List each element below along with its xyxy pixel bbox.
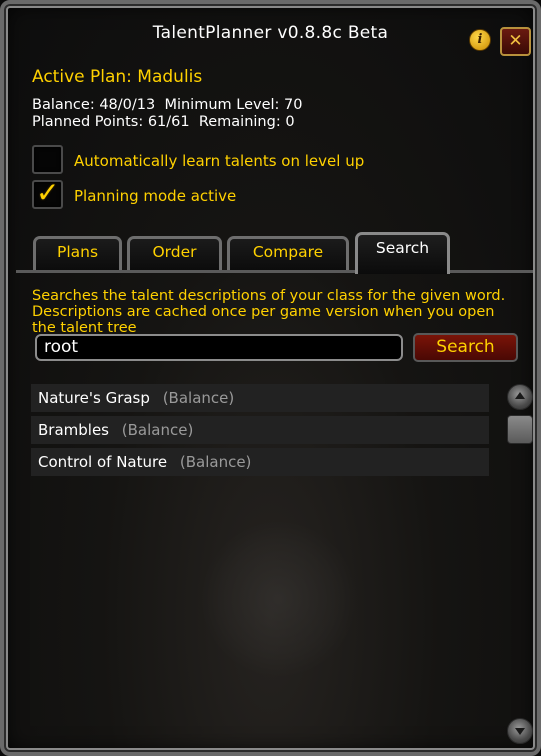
- tab-plans[interactable]: Plans: [33, 236, 122, 270]
- tab-order[interactable]: Order: [127, 236, 222, 270]
- search-button[interactable]: Search: [413, 333, 518, 362]
- talent-planner-window: TalentPlanner v0.8.8c Beta i ✕ Active Pl…: [0, 0, 541, 756]
- result-row[interactable]: Nature's Grasp (Balance): [31, 384, 489, 412]
- result-tree: (Balance): [179, 453, 252, 471]
- result-name: Control of Nature: [38, 453, 168, 471]
- planning-mode-label: Planning mode active: [74, 187, 237, 205]
- active-plan-title: Active Plan: Madulis: [32, 67, 203, 87]
- result-name: Brambles: [38, 421, 109, 439]
- planning-mode-checkbox[interactable]: ✓: [32, 176, 63, 209]
- result-row[interactable]: Control of Nature (Balance): [31, 448, 489, 476]
- auto-learn-label: Automatically learn talents on level up: [74, 152, 365, 170]
- scroll-down-icon[interactable]: [507, 718, 533, 744]
- background-emblem: [199, 519, 359, 679]
- close-icon[interactable]: ✕: [500, 27, 531, 56]
- auto-learn-checkbox[interactable]: [32, 145, 63, 174]
- info-icon[interactable]: i: [469, 29, 491, 51]
- result-tree: (Balance): [162, 389, 235, 407]
- scrollbar-thumb[interactable]: [507, 415, 533, 444]
- scroll-up-icon[interactable]: [507, 384, 533, 410]
- result-name: Nature's Grasp: [38, 389, 150, 407]
- search-description: Searches the talent descriptions of your…: [32, 288, 506, 333]
- checkmark-icon: ✓: [36, 176, 60, 209]
- result-row[interactable]: Brambles (Balance): [31, 416, 489, 444]
- tab-compare[interactable]: Compare: [227, 236, 349, 270]
- planned-points-line: Planned Points: 61/61 Remaining: 0: [32, 114, 295, 130]
- tab-search[interactable]: Search: [355, 232, 450, 274]
- search-input[interactable]: root: [35, 334, 403, 361]
- result-tree: (Balance): [121, 421, 194, 439]
- tab-divider: [16, 270, 533, 273]
- window-title: TalentPlanner v0.8.8c Beta: [152, 23, 389, 43]
- balance-line: Balance: 48/0/13 Minimum Level: 70: [32, 97, 303, 113]
